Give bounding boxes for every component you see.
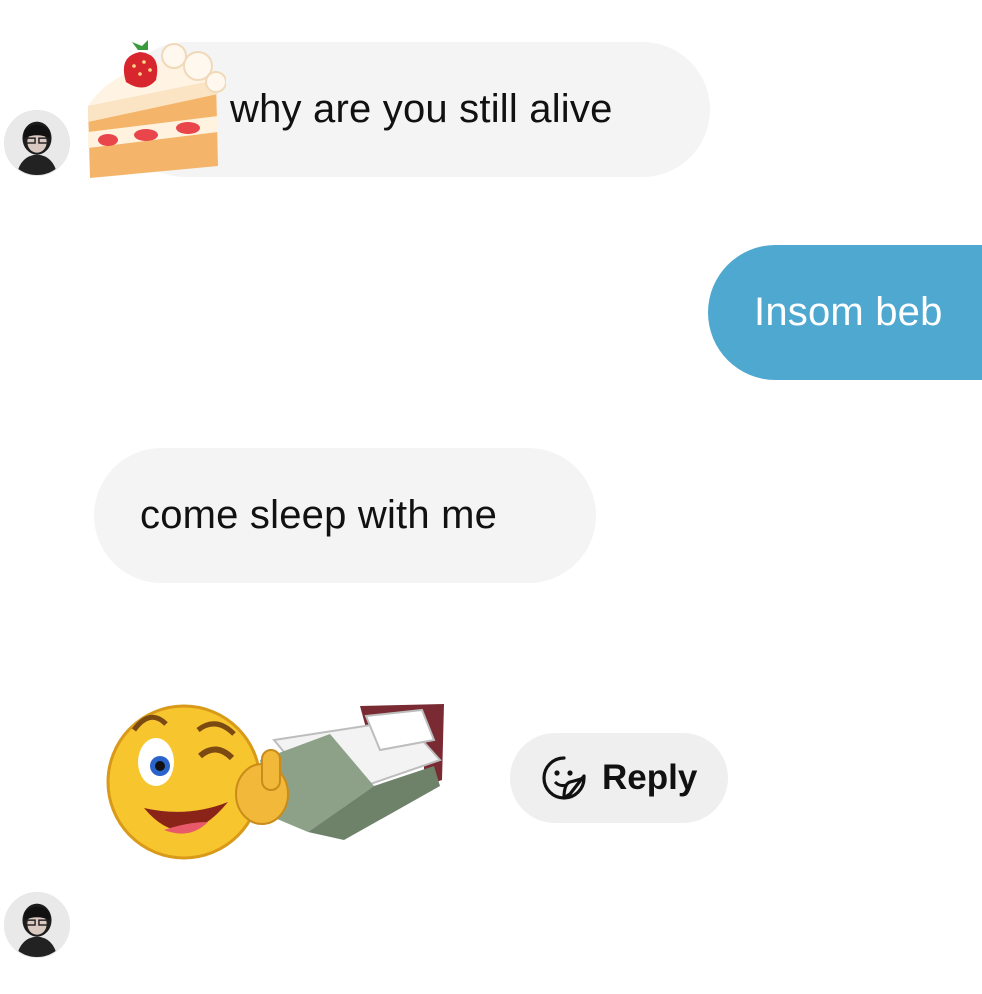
sender-avatar[interactable] [4,892,70,958]
reply-label: Reply [602,758,698,797]
sender-avatar[interactable] [4,110,70,176]
outgoing-message-bubble[interactable]: Insom beb [708,245,982,380]
message-text: Insom beb [754,290,943,334]
winking-emoji-in-bed-sticker[interactable] [104,690,450,880]
message-text: why are you still alive [230,87,613,131]
sticker-reply-icon [540,754,588,802]
strawberry-shortcake-icon[interactable] [78,36,227,186]
message-text: come sleep with me [140,493,498,537]
reply-button[interactable]: Reply [510,733,728,823]
incoming-message-bubble[interactable]: come sleep with me [94,448,596,583]
